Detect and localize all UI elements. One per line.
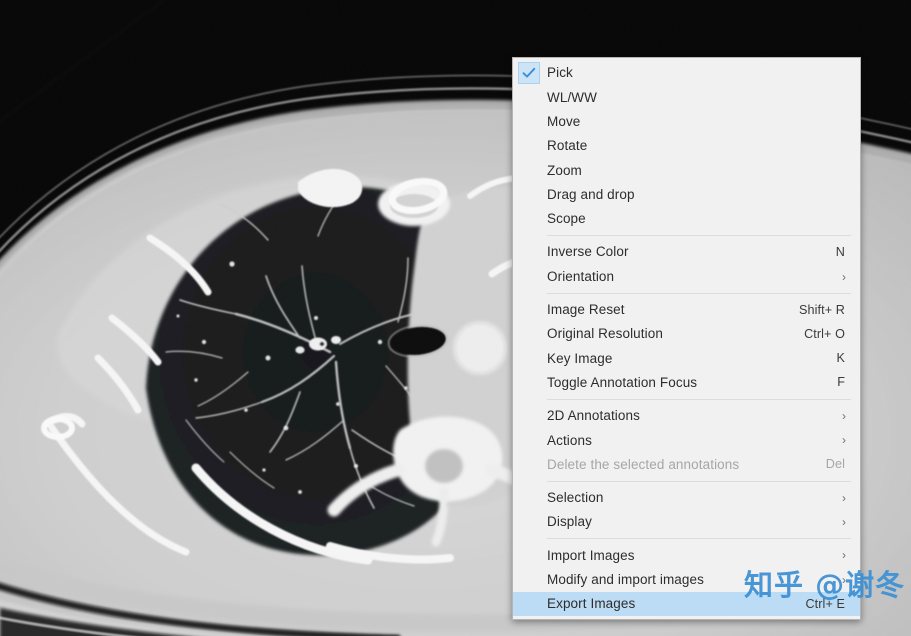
menu-item-shortcut: N — [835, 244, 845, 259]
menu-item-wl-ww[interactable]: WL/WW — [513, 85, 860, 109]
menu-item-label: Orientation — [547, 268, 615, 284]
menu-item-export-images[interactable]: Export Images Ctrl+ E — [513, 591, 860, 617]
menu-separator — [547, 480, 851, 482]
menu-item-label: Modify and import images — [547, 572, 704, 588]
chevron-right-icon: › — [842, 269, 846, 284]
menu-item-label: Export Images — [547, 596, 636, 612]
menu-item-label: Move — [547, 113, 581, 129]
menu-item-image-reset[interactable]: Image Reset Shift+ R — [513, 298, 860, 322]
menu-item-shortcut: Shift+ R — [799, 302, 845, 317]
chevron-right-icon: › — [842, 433, 846, 448]
menu-item-shortcut: K — [836, 351, 845, 366]
context-menu[interactable]: Pick WL/WW Move Rotate Zoom Drag and drop Scop… — [512, 57, 861, 621]
menu-item-shortcut: F — [837, 375, 845, 390]
menu-item-label: WL/WW — [547, 89, 597, 105]
menu-item-shortcut: Ctrl+ O — [804, 326, 845, 341]
menu-item-orientation[interactable]: Orientation › — [513, 264, 860, 288]
menu-item-display[interactable]: Display › — [513, 510, 860, 534]
menu-item-label: Inverse Color — [547, 244, 629, 260]
menu-item-scope[interactable]: Scope — [513, 207, 860, 231]
menu-item-label: Original Resolution — [547, 326, 663, 342]
menu-item-label: Display — [547, 514, 592, 530]
menu-separator — [547, 235, 851, 237]
menu-item-zoom[interactable]: Zoom — [513, 158, 860, 182]
chevron-right-icon: › — [842, 572, 846, 587]
chevron-right-icon: › — [842, 490, 846, 505]
menu-item-label: Scope — [547, 211, 586, 227]
menu-item-label: Pick — [547, 65, 573, 81]
menu-item-label: 2D Annotations — [547, 408, 640, 424]
menu-item-label: Image Reset — [547, 302, 625, 318]
menu-item-actions[interactable]: Actions › — [513, 428, 860, 452]
menu-item-label: Selection — [547, 490, 604, 506]
chevron-right-icon: › — [842, 548, 846, 563]
menu-item-inverse-color[interactable]: Inverse Color N — [513, 240, 860, 264]
menu-separator — [547, 292, 851, 294]
menu-item-delete-the-selected-annotations: Delete the selected annotations Del — [513, 452, 860, 476]
checkmark-icon — [518, 62, 540, 84]
menu-item-original-resolution[interactable]: Original Resolution Ctrl+ O — [513, 322, 860, 346]
menu-item-modify-and-import-images[interactable]: Modify and import images › — [513, 568, 860, 592]
menu-item-pick[interactable]: Pick — [513, 61, 860, 85]
menu-item-label: Key Image — [547, 350, 613, 366]
menu-item-label: Delete the selected annotations — [547, 456, 740, 472]
menu-item-toggle-annotation-focus[interactable]: Toggle Annotation Focus F — [513, 371, 860, 395]
menu-item-label: Actions — [547, 432, 592, 448]
menu-item-2d-annotations[interactable]: 2D Annotations › — [513, 404, 860, 428]
chevron-right-icon: › — [842, 409, 846, 423]
menu-item-label: Import Images — [547, 547, 635, 563]
chevron-right-icon: › — [842, 515, 846, 530]
menu-separator — [547, 398, 851, 400]
menu-item-selection[interactable]: Selection › — [513, 486, 860, 510]
menu-item-drag-and-drop[interactable]: Drag and drop — [513, 182, 860, 206]
menu-item-label: Rotate — [547, 138, 588, 154]
menu-item-key-image[interactable]: Key Image K — [513, 346, 860, 370]
menu-item-rotate[interactable]: Rotate — [513, 134, 860, 158]
application-window: Pick WL/WW Move Rotate Zoom Drag and drop Scop… — [0, 0, 911, 636]
menu-item-shortcut: Ctrl+ E — [805, 596, 845, 611]
menu-separator — [547, 538, 851, 540]
menu-item-label: Zoom — [547, 162, 582, 178]
menu-item-move[interactable]: Move — [513, 110, 860, 134]
menu-item-import-images[interactable]: Import Images › — [513, 543, 860, 567]
menu-item-label: Toggle Annotation Focus — [547, 374, 698, 390]
menu-item-label: Drag and drop — [547, 186, 635, 202]
menu-item-shortcut: Del — [825, 457, 845, 472]
